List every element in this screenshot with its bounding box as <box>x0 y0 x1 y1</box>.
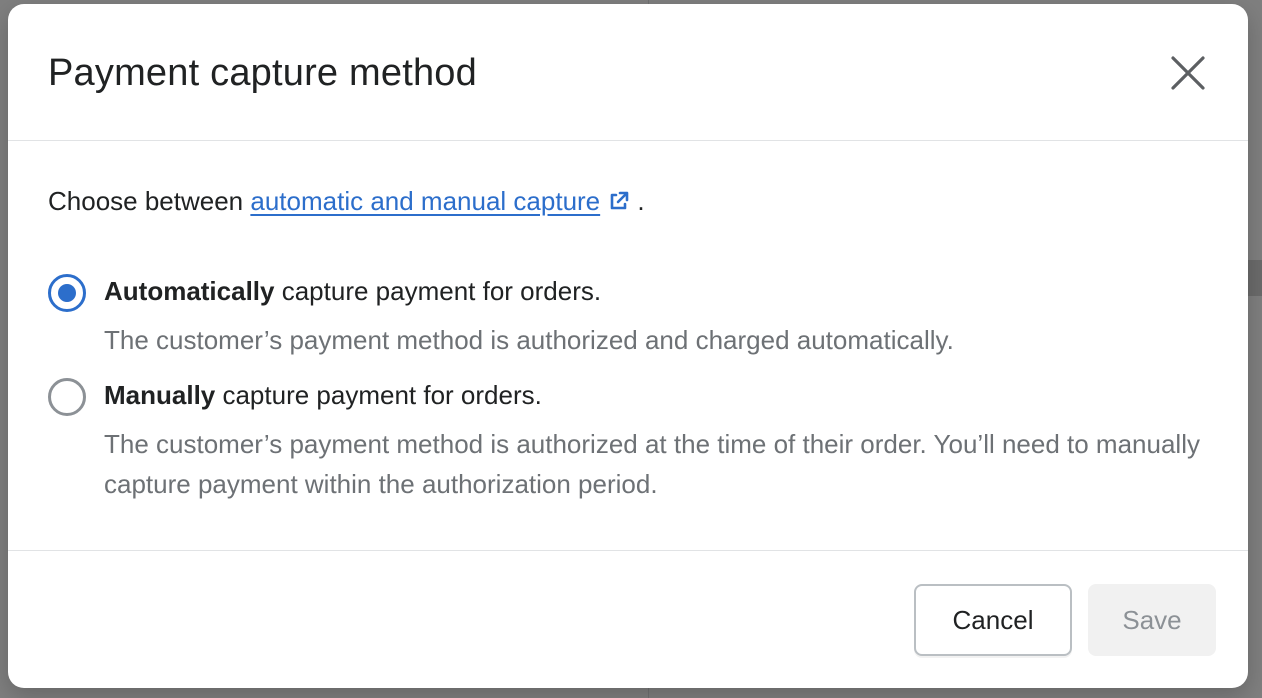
intro-suffix: . <box>637 186 645 216</box>
radio-manual[interactable] <box>48 378 86 416</box>
option-manual-label-bold: Manually <box>104 380 216 410</box>
external-link-icon[interactable] <box>608 190 630 212</box>
close-button[interactable] <box>1166 51 1210 95</box>
option-automatic-label-bold: Automatically <box>104 276 275 306</box>
modal-title: Payment capture method <box>48 52 477 94</box>
close-icon <box>1171 56 1205 90</box>
modal-header: Payment capture method <box>8 4 1248 141</box>
intro-text: Choose between automatic and manual capt… <box>48 186 645 217</box>
capture-docs-link[interactable]: automatic and manual capture <box>250 186 600 216</box>
save-button[interactable]: Save <box>1088 584 1216 656</box>
option-manual-label[interactable]: Manually capture payment for orders. <box>104 380 542 411</box>
option-automatic-label[interactable]: Automatically capture payment for orders… <box>104 276 601 307</box>
option-automatic-help: The customer’s payment method is authori… <box>104 325 954 355</box>
modal-body: Choose between automatic and manual capt… <box>8 141 1248 551</box>
modal-footer: Cancel Save <box>8 551 1248 687</box>
option-manual-label-rest: capture payment for orders. <box>215 380 542 410</box>
option-automatic-label-rest: capture payment for orders. <box>274 276 602 306</box>
radio-automatic[interactable] <box>48 274 86 312</box>
payment-capture-modal: Payment capture method Choose between au… <box>8 4 1248 688</box>
cancel-button[interactable]: Cancel <box>914 584 1072 656</box>
option-manual-help: The customer’s payment method is authori… <box>104 429 1200 499</box>
intro-prefix: Choose between <box>48 186 251 216</box>
